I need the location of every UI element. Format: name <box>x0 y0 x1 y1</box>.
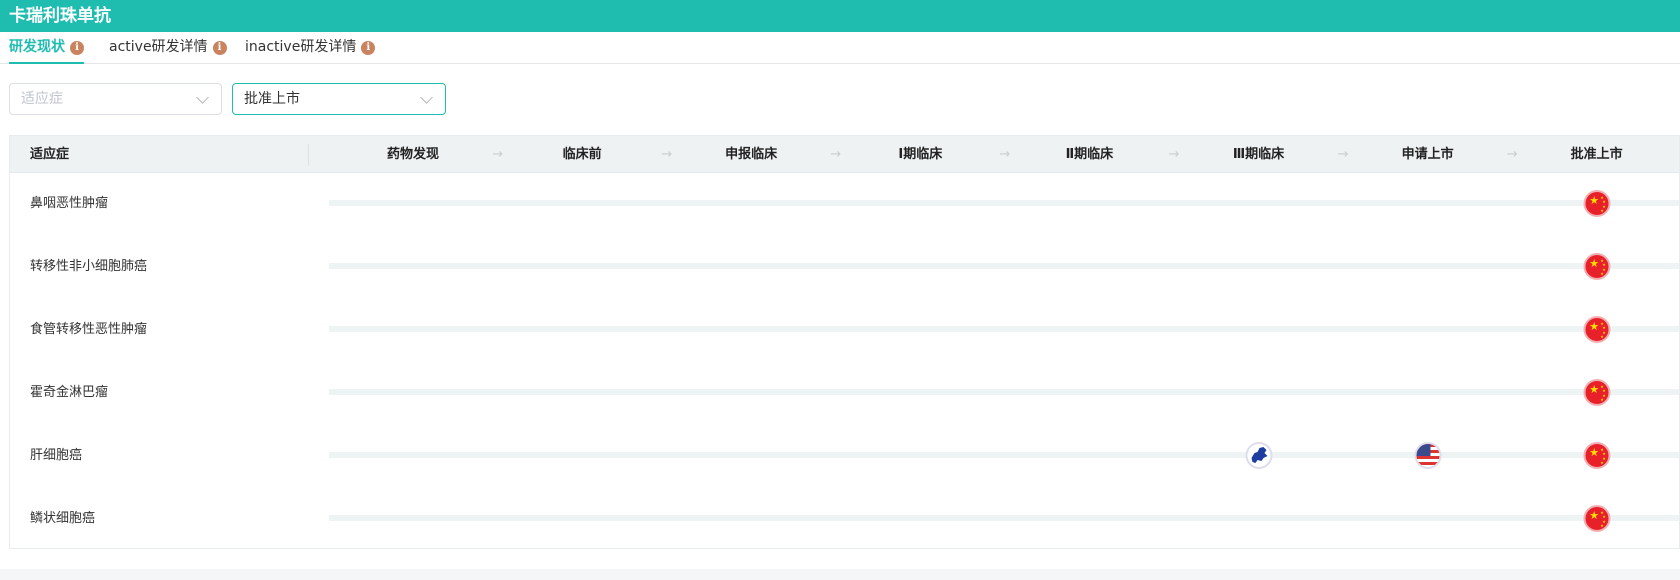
tab-label: inactive研发详情 <box>245 39 357 55</box>
eu-flag-icon[interactable] <box>1245 442 1272 469</box>
table-row: 霍奇金淋巴瘤 ★ ★ ★ ★ ★ <box>10 361 1679 424</box>
china-flag-icon[interactable]: ★ ★ ★ ★ ★ <box>1583 442 1611 469</box>
indication-placeholder: 适应症 <box>21 91 63 107</box>
indication-label: 转移性非小细胞肺癌 <box>30 259 148 274</box>
progress-track <box>329 326 1679 332</box>
arrow-right-icon: → <box>999 147 1011 162</box>
china-flag-icon[interactable]: ★ ★ ★ ★ ★ <box>1583 253 1611 280</box>
arrow-right-icon: → <box>830 147 842 162</box>
progress-track <box>329 263 1679 269</box>
progress-track <box>329 515 1679 521</box>
header-stage: Ⅱ期临床 <box>1065 147 1114 162</box>
tab-inactive-details[interactable]: inactive研发详情 i <box>245 32 376 64</box>
indication-label: 肝细胞癌 <box>30 448 83 463</box>
chevron-down-icon <box>196 91 209 104</box>
header-stage: 药物发现 <box>386 147 440 162</box>
china-flag-icon[interactable]: ★ ★ ★ ★ ★ <box>1583 379 1611 406</box>
tab-status[interactable]: 研发现状 i <box>9 32 84 64</box>
header-stage: Ⅲ期临床 <box>1232 147 1285 162</box>
progress-track <box>329 389 1679 395</box>
arrow-right-icon: → <box>661 147 673 162</box>
header-stage: Ⅰ期临床 <box>898 147 943 162</box>
table-header: 适应症 药物发现 → 临床前 → 申报临床 → Ⅰ期临床 → Ⅱ期临床 → Ⅲ期临床 → 申请上市 → 批准… <box>10 136 1679 173</box>
column-divider <box>308 144 309 166</box>
progress-track <box>329 200 1679 206</box>
arrow-right-icon: → <box>1506 147 1518 162</box>
footer-strip <box>0 569 1680 580</box>
indication-label: 鼻咽恶性肿瘤 <box>30 196 109 211</box>
china-flag-icon[interactable]: ★ ★ ★ ★ ★ <box>1583 190 1611 217</box>
china-flag-icon[interactable]: ★ ★ ★ ★ ★ <box>1583 316 1611 343</box>
table-row: 肝细胞癌 ★ ★ ★ ★ ★ <box>10 424 1679 487</box>
tab-bar: 研发现状 i active研发详情 i inactive研发详情 i <box>0 32 1680 64</box>
indication-select[interactable]: 适应症 <box>9 83 222 115</box>
stage-select[interactable]: 批准上市 <box>232 83 446 115</box>
info-icon[interactable]: i <box>70 41 84 55</box>
arrow-right-icon: → <box>1168 147 1180 162</box>
table-row: 鳞状细胞癌 ★ ★ ★ ★ ★ <box>10 487 1679 550</box>
header-indication: 适应症 <box>30 147 70 162</box>
china-flag-icon[interactable]: ★ ★ ★ ★ ★ <box>1583 505 1611 532</box>
info-icon[interactable]: i <box>361 41 376 55</box>
pipeline-table: 适应症 药物发现 → 临床前 → 申报临床 → Ⅰ期临床 → Ⅱ期临床 → Ⅲ期临床 → 申请上市 → 批准… <box>9 135 1680 549</box>
tab-label: 研发现状 <box>9 39 65 55</box>
header-stage: 临床前 <box>562 147 602 162</box>
progress-track <box>329 452 1679 458</box>
tab-label: active研发详情 <box>109 39 208 55</box>
table-row: 鼻咽恶性肿瘤 ★ ★ ★ ★ ★ <box>10 172 1679 235</box>
indication-label: 霍奇金淋巴瘤 <box>30 385 109 400</box>
table-row: 食管转移性恶性肿瘤 ★ ★ ★ ★ ★ <box>10 298 1679 361</box>
header-stage: 申请上市 <box>1401 147 1454 162</box>
arrow-right-icon: → <box>492 147 503 162</box>
us-flag-icon[interactable] <box>1414 442 1442 469</box>
tab-active-details[interactable]: active研发详情 i <box>109 32 227 64</box>
app-title: 卡瑞利珠单抗 <box>0 0 1680 32</box>
indication-label: 鳞状细胞癌 <box>30 511 96 526</box>
arrow-right-icon: → <box>1337 147 1349 162</box>
table-row: 转移性非小细胞肺癌 ★ ★ ★ ★ ★ <box>10 235 1679 298</box>
indication-label: 食管转移性恶性肿瘤 <box>30 322 148 337</box>
chevron-down-icon <box>420 91 433 104</box>
info-icon[interactable]: i <box>212 41 227 55</box>
header-stage: 申报临床 <box>725 147 778 162</box>
stage-value: 批准上市 <box>244 91 300 107</box>
header-stage: 批准上市 <box>1570 147 1623 162</box>
